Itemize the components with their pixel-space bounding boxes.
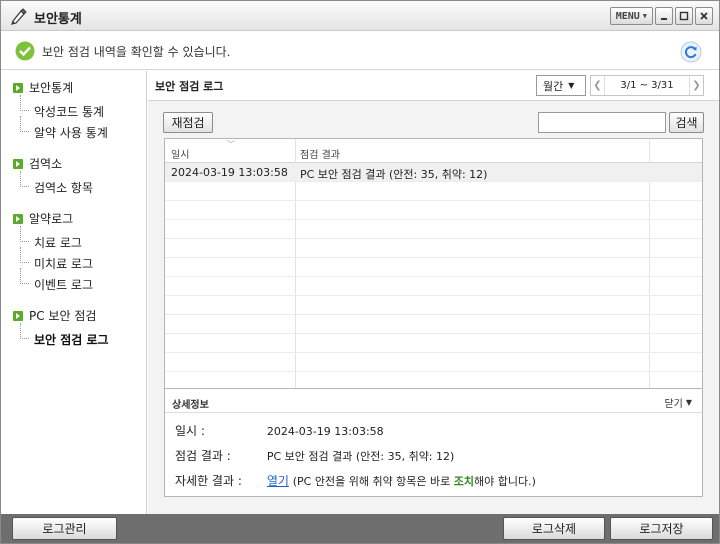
detail-datetime-value: 2024-03-19 13:03:58 xyxy=(266,425,384,438)
detail-note-highlight: 조치 xyxy=(453,475,475,488)
table-row-empty xyxy=(165,315,702,334)
sidebar-item-usage-stats[interactable]: 알약 사용 통계 xyxy=(18,116,108,141)
sidebar-group-pc-check[interactable]: PC 보안 점검 xyxy=(13,307,96,324)
maximize-button[interactable] xyxy=(675,7,693,25)
detail-result-value: PC 보안 점검 결과 (안전: 35, 취약: 12) xyxy=(266,450,455,463)
arrow-bullet-icon xyxy=(13,213,23,224)
detail-title: 상세정보 xyxy=(172,400,209,411)
sort-desc-icon: ﹀ xyxy=(227,140,235,149)
detail-header: 상세정보 닫기 ▼ xyxy=(165,389,702,413)
table-row-empty xyxy=(165,277,702,296)
detail-datetime-label: 일시 : xyxy=(175,424,205,438)
column-header-datetime[interactable]: 일시 xyxy=(171,146,189,161)
row-datetime: 2024-03-19 13:03:58 xyxy=(171,166,288,179)
table-row-empty xyxy=(165,334,702,353)
detail-result-row: 점검 결과 : PC 보안 점검 결과 (안전: 35, 취약: 12) xyxy=(175,447,454,464)
date-range-navigator: ❮ 3/1 ~ 3/31 ❯ xyxy=(590,75,704,96)
table-row-empty xyxy=(165,220,702,239)
sidebar-group-security-stats[interactable]: 보안통계 xyxy=(13,79,73,96)
menu-label: MENU xyxy=(615,10,640,22)
page-title: 보안 점검 로그 xyxy=(155,80,224,93)
sidebar-group-label: 알약로그 xyxy=(29,212,74,226)
table-row[interactable]: 2024-03-19 13:03:58 PC 보안 점검 결과 (안전: 35,… xyxy=(165,163,702,182)
table-row-empty xyxy=(165,296,702,315)
date-range-label: 3/1 ~ 3/31 xyxy=(620,80,674,91)
detail-more-row: 자세한 결과 : 열기 (PC 안전을 위해 취약 항목은 바로 조치해야 합니… xyxy=(175,472,536,489)
arrow-bullet-icon xyxy=(13,158,23,169)
close-button[interactable] xyxy=(695,7,713,25)
sidebar-group-label: 검역소 xyxy=(29,157,63,171)
minimize-icon xyxy=(661,18,667,20)
sidebar-group-label: PC 보안 점검 xyxy=(29,309,97,323)
log-manage-button[interactable]: 로그관리 xyxy=(12,517,117,540)
arrow-bullet-icon xyxy=(13,310,23,321)
open-detail-link[interactable]: 열기 xyxy=(267,474,289,488)
maximize-icon xyxy=(679,11,689,21)
panel-header: 보안 점검 로그 월간 ▼ ❮ 3/1 ~ 3/31 ❯ xyxy=(148,71,719,101)
next-period-button[interactable]: ❯ xyxy=(688,76,703,95)
minimize-button[interactable] xyxy=(655,7,673,25)
prev-period-button[interactable]: ❮ xyxy=(591,76,605,95)
table-row-empty xyxy=(165,182,702,201)
sidebar-item-untreated-log[interactable]: 미치료 로그 xyxy=(18,247,93,272)
menu-button[interactable]: MENU ▼ xyxy=(609,7,653,25)
period-select[interactable]: 월간 ▼ xyxy=(536,75,586,96)
main-panel: 보안 점검 로그 월간 ▼ ❮ 3/1 ~ 3/31 ❯ 재점검 검색 일시 ﹀… xyxy=(148,71,719,514)
menu-dropdown-icon: ▼ xyxy=(642,12,647,20)
period-select-value: 월간 xyxy=(543,79,564,93)
detail-close-button[interactable]: 닫기 ▼ xyxy=(664,395,692,410)
close-icon xyxy=(700,12,708,20)
detail-more-label: 자세한 결과 : xyxy=(175,474,242,488)
chevron-down-icon: ▼ xyxy=(568,81,575,90)
title-bar: 보안통계 MENU ▼ xyxy=(1,1,719,31)
table-row-empty xyxy=(165,353,702,372)
table-row-empty xyxy=(165,258,702,277)
sidebar-group-label: 보안통계 xyxy=(29,81,74,95)
log-delete-button[interactable]: 로그삭제 xyxy=(503,517,605,540)
arrow-bullet-icon xyxy=(13,82,23,93)
table-row-empty xyxy=(165,201,702,220)
footer-bar: 로그관리 로그삭제 로그저장 xyxy=(1,514,719,543)
check-circle-icon xyxy=(15,41,35,61)
search-button[interactable]: 검색 xyxy=(669,112,704,133)
sidebar-item-check-log[interactable]: 보안 점검 로그 xyxy=(18,323,109,348)
window-controls: MENU ▼ xyxy=(609,7,713,25)
sidebar-item-malware-stats[interactable]: 악성코드 통계 xyxy=(18,95,104,120)
sidebar: 보안통계 악성코드 통계 알약 사용 통계 검역소 검역소 항목 알약로그 치료… xyxy=(1,71,147,514)
sidebar-group-quarantine[interactable]: 검역소 xyxy=(13,155,62,172)
app-window: 보안통계 MENU ▼ 보안 점검 내역을 확인할 수 있습니다. 보안통계 악… xyxy=(0,0,720,544)
notice-bar: 보안 점검 내역을 확인할 수 있습니다. xyxy=(1,32,719,70)
window-title: 보안통계 xyxy=(34,12,82,27)
log-table: 일시 ﹀ 점검 결과 2024-03-19 13:03:58 PC 보안 점검 … xyxy=(164,138,703,389)
log-save-button[interactable]: 로그저장 xyxy=(610,517,713,540)
table-row-empty xyxy=(165,239,702,258)
search-input[interactable] xyxy=(538,112,666,133)
table-header: 일시 ﹀ 점검 결과 xyxy=(165,139,702,163)
detail-note-prefix: (PC 안전을 위해 취약 항목은 바로 xyxy=(292,475,454,488)
sidebar-group-alyac-log[interactable]: 알약로그 xyxy=(13,210,73,227)
detail-note-suffix: 해야 합니다.) xyxy=(474,475,536,488)
refresh-icon[interactable] xyxy=(680,41,702,63)
pencil-app-icon xyxy=(11,8,27,25)
detail-pane: 상세정보 닫기 ▼ 일시 : 2024-03-19 13:03:58 점검 결과… xyxy=(164,388,703,497)
chevron-down-icon: ▼ xyxy=(685,398,692,407)
sidebar-item-quarantine-items[interactable]: 검역소 항목 xyxy=(18,171,93,196)
detail-result-label: 점검 결과 : xyxy=(175,449,231,463)
column-header-result[interactable]: 점검 결과 xyxy=(300,146,340,161)
sidebar-item-event-log[interactable]: 이벤트 로그 xyxy=(18,268,93,293)
detail-datetime-row: 일시 : 2024-03-19 13:03:58 xyxy=(175,422,384,439)
recheck-button[interactable]: 재점검 xyxy=(163,112,213,133)
detail-close-label: 닫기 xyxy=(664,399,683,410)
row-result: PC 보안 점검 결과 (안전: 35, 취약: 12) xyxy=(300,168,488,181)
notice-message: 보안 점검 내역을 확인할 수 있습니다. xyxy=(42,45,231,59)
